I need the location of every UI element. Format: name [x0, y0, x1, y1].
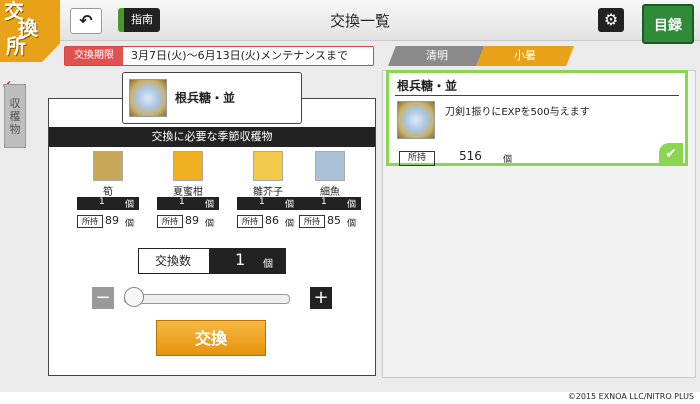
owned-badge: 所持	[399, 151, 435, 166]
tab-char: 穫	[9, 110, 21, 123]
quantity-unit: 個	[263, 259, 273, 270]
logo-char: 所	[6, 34, 26, 58]
required-count: 1個	[237, 197, 299, 210]
candy-item-icon	[129, 79, 167, 117]
harvest-tab[interactable]: 収 穫 物	[4, 84, 26, 148]
period-text: 3月7日(火)～6月13日(火)メンテナンスまで	[131, 49, 348, 62]
plus-icon: +	[313, 287, 329, 308]
owned-count: 所持 86 個	[237, 214, 299, 229]
divider	[395, 95, 679, 96]
material-item: 夏蜜柑 1個 所持 89 個	[157, 151, 219, 233]
tab-char: 物	[9, 123, 21, 136]
catalog-button[interactable]: 目録	[642, 4, 694, 44]
quantity-value-box: 1 個	[209, 249, 285, 273]
quantity-value: 1	[235, 250, 246, 269]
guide-button[interactable]: 指南	[118, 8, 160, 32]
candy-item-icon	[397, 101, 435, 139]
fish-icon	[315, 151, 345, 181]
slider-knob[interactable]	[124, 287, 144, 307]
citrus-icon	[173, 151, 203, 181]
selected-check-icon: ✔	[659, 143, 683, 165]
selected-item: 根兵糖・並	[122, 72, 302, 124]
material-name: 夏蜜柑	[173, 187, 203, 198]
item-card[interactable]: 根兵糖・並 刀剣1振りにEXPを500与えます 所持 516 個 ✔	[386, 70, 688, 166]
owned-count: 所持 85 個	[299, 214, 361, 229]
poppy-icon	[253, 151, 283, 181]
selected-item-name: 根兵糖・並	[175, 91, 236, 105]
exchange-period: 交換期限 3月7日(火)～6月13日(火)メンテナンスまで	[64, 46, 374, 66]
required-count: 1個	[157, 197, 219, 210]
material-item: 細魚 1個 所持 85 個	[299, 151, 361, 233]
owned-unit: 個	[503, 155, 513, 165]
quantity-slider[interactable]	[124, 294, 290, 304]
settings-button[interactable]: ⚙	[598, 8, 624, 32]
quantity-label: 交換数	[154, 254, 191, 268]
material-name: 細魚	[320, 187, 340, 198]
material-item: 雛芥子 1個 所持 86 個	[237, 151, 299, 233]
decrease-button[interactable]: −	[92, 287, 114, 309]
back-arrow-icon: ↶	[79, 11, 93, 30]
gear-icon: ⚙	[603, 10, 619, 29]
game-screen: 交 換 所 ↶ 指南 交換一覧 ⚙ 目録 交換期限 3月7日(火)～6月13日(…	[0, 0, 700, 392]
increase-button[interactable]: +	[310, 287, 332, 309]
required-materials-header: 交換に必要な季節収穫物	[49, 127, 375, 147]
period-label: 交換期限	[65, 47, 123, 65]
material-name: 雛芥子	[253, 187, 283, 198]
back-button[interactable]: ↶	[70, 8, 102, 34]
required-count: 1個	[299, 197, 361, 210]
tab-season-qingming[interactable]: 清明	[388, 46, 486, 66]
copyright: ©2015 EXNOA LLC/NITRO PLUS	[567, 392, 694, 401]
bamboo-shoot-icon	[93, 151, 123, 181]
tab-season-shousho[interactable]: 小暑	[476, 46, 574, 66]
item-card-name: 根兵糖・並	[397, 79, 458, 93]
exchange-button[interactable]: 交換	[156, 320, 266, 356]
owned-count: 所持 89 個	[157, 214, 219, 229]
owned-count: 所持 89 個	[77, 214, 139, 229]
exchange-quantity: 交換数 1 個	[138, 248, 286, 274]
owned-count: 516	[459, 149, 482, 163]
required-count: 1個	[77, 197, 139, 210]
item-description: 刀剣1振りにEXPを500与えます	[445, 107, 590, 118]
page-title: 交換一覧	[329, 12, 390, 30]
tab-char: 収	[9, 97, 21, 110]
exchange-logo: 交 換 所	[0, 0, 60, 62]
minus-icon: −	[95, 287, 111, 308]
material-name: 筍	[103, 187, 113, 198]
material-item: 筍 1個 所持 89 個	[77, 151, 139, 233]
